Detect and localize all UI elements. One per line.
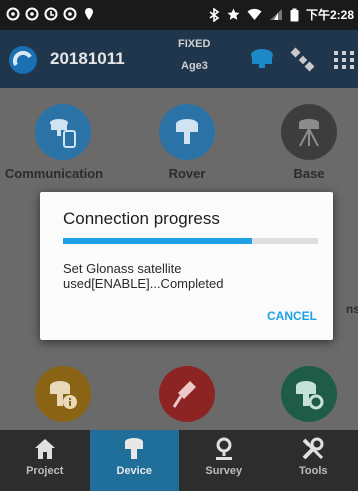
notification-icon <box>25 7 39 21</box>
nav-project[interactable]: Project <box>0 430 90 491</box>
tile-communication[interactable]: Communication <box>5 104 108 181</box>
tile-device-settings[interactable] <box>264 366 354 428</box>
tile-label: Rover <box>168 166 206 181</box>
tile-label: Base <box>293 166 325 181</box>
location-icon <box>85 8 93 20</box>
nav-label: Device <box>116 465 152 477</box>
notification-icons <box>6 7 96 21</box>
bottom-nav: Project Device Survey Tools <box>0 430 358 491</box>
rover-status-icon[interactable] <box>247 44 277 74</box>
satellite-icon[interactable] <box>287 44 317 74</box>
star-icon <box>227 8 240 20</box>
fix-status: FIXED <box>178 38 211 50</box>
notification-icon <box>63 7 77 21</box>
app-logo-icon[interactable] <box>8 45 38 75</box>
connection-progress-dialog: Connection progress Set Glonass satellit… <box>40 192 333 340</box>
communication-icon <box>35 104 91 160</box>
dialog-title: Connection progress <box>63 209 220 228</box>
notification-icon <box>6 7 20 21</box>
nav-label: Project <box>26 465 64 477</box>
map-pin-icon <box>215 437 232 460</box>
nav-label: Survey <box>205 465 243 477</box>
nav-label: Tools <box>298 465 328 477</box>
progress-fill <box>63 238 252 244</box>
nav-device[interactable]: Device <box>89 430 179 491</box>
project-name: 20181011 <box>50 49 125 68</box>
tile-calibration[interactable] <box>142 366 232 428</box>
grid-menu-icon[interactable] <box>330 44 358 74</box>
status-bar: 下午2:28 <box>0 0 358 30</box>
dialog-message: Set Glonass satellite used[ENABLE]...Com… <box>63 261 224 291</box>
system-icons: 下午2:28 <box>208 6 354 23</box>
tile-label: Communication <box>4 166 104 181</box>
notification-icon <box>44 7 58 21</box>
bluetooth-icon <box>209 7 220 22</box>
calibration-icon <box>159 366 215 422</box>
device-info-icon <box>35 366 91 422</box>
signal-icon <box>269 9 282 20</box>
device-settings-icon <box>281 366 337 422</box>
battery-icon <box>290 8 299 21</box>
tile-base[interactable]: Base <box>264 104 354 181</box>
rover-icon <box>159 104 215 160</box>
app-header: 20181011 FIXED Age3 <box>0 30 358 88</box>
wifi-icon <box>247 8 262 20</box>
partial-label: ns <box>346 302 358 316</box>
clock: 下午2:28 <box>305 8 354 22</box>
rover-icon <box>125 438 144 459</box>
tile-device-info[interactable] <box>18 366 108 428</box>
nav-tools[interactable]: Tools <box>269 430 358 491</box>
age-indicator: Age3 <box>181 60 208 72</box>
tile-rover[interactable]: Rover <box>142 104 232 181</box>
base-station-icon <box>281 104 337 160</box>
cancel-button[interactable]: CANCEL <box>267 309 317 323</box>
tools-icon <box>302 437 324 460</box>
home-icon <box>34 439 55 459</box>
nav-survey[interactable]: Survey <box>179 430 269 491</box>
progress-bar <box>63 238 318 244</box>
